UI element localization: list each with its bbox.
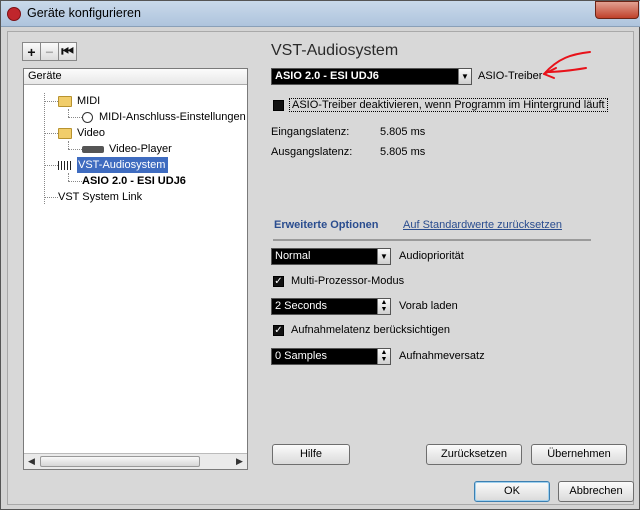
reset-device-button[interactable]: ⏮ (58, 42, 77, 61)
add-device-button[interactable]: + (22, 42, 41, 61)
audio-priority-label: Audiopriorität (399, 250, 464, 262)
record-offset-label: Aufnahmeversatz (399, 350, 485, 362)
chevron-down-icon: ▼ (458, 69, 471, 84)
video-plug-icon (82, 145, 104, 153)
input-latency-label: Eingangslatenz: (271, 126, 350, 138)
record-latency-label: Aufnahmelatenz berücksichtigen (291, 324, 450, 336)
input-latency-value: 5.805 ms (380, 126, 426, 138)
advanced-options-separator (273, 232, 591, 241)
device-tree: Geräte MIDI MIDI-Anschluss-Einstellungen… (23, 68, 248, 470)
window-title: Geräte konfigurieren (27, 6, 141, 20)
remove-device-button[interactable]: − (40, 42, 59, 61)
chevron-down-icon: ▼ (377, 249, 390, 264)
folder-icon (58, 95, 72, 107)
tree-item-video[interactable]: Video (58, 125, 105, 141)
asio-driver-label: ASIO-Treiber (478, 70, 543, 82)
deactivate-asio-label: ASIO-Treiber deaktivieren, wenn Programm… (289, 98, 608, 112)
page-title: VST-Audiosystem (271, 42, 399, 59)
advanced-options-tab[interactable]: Erweiterte Optionen (274, 219, 379, 231)
tree-item-midi-port-settings[interactable]: MIDI-Anschluss-Einstellungen (82, 109, 246, 125)
reset-defaults-link[interactable]: Auf Standardwerte zurücksetzen (403, 219, 562, 231)
output-latency-value: 5.805 ms (380, 146, 426, 158)
help-button[interactable]: Hilfe (272, 444, 350, 465)
tree-item-asio-driver[interactable]: ASIO 2.0 - ESI UDJ6 (82, 173, 186, 189)
deactivate-asio-checkbox[interactable] (273, 100, 284, 111)
title-bar: Geräte konfigurieren (1, 1, 640, 27)
cubase-logo-icon (7, 7, 21, 21)
scroll-left-icon[interactable]: ◀ (25, 456, 38, 467)
apply-button[interactable]: Übernehmen (531, 444, 627, 465)
tree-horizontal-scrollbar[interactable]: ◀ ▶ (24, 453, 247, 469)
tree-item-midi[interactable]: MIDI (58, 93, 100, 109)
tree-item-vst-audiosystem[interactable]: VST-Audiosystem (58, 157, 169, 173)
asio-driver-select[interactable]: ASIO 2.0 - ESI UDJ6 ▼ (271, 68, 472, 85)
multi-processor-checkbox[interactable]: ✓ (273, 276, 284, 287)
record-offset-stepper[interactable]: 0 Samples ▲ ▼ (271, 348, 391, 365)
cancel-button[interactable]: Abbrechen (558, 481, 634, 502)
dialog-content: + − ⏮ Geräte MIDI MIDI-Anschluss-Einstel… (7, 31, 634, 505)
preload-label: Vorab laden (399, 300, 458, 312)
dialog-window: Geräte konfigurieren + − ⏮ Geräte MIDI M… (0, 0, 640, 510)
scroll-right-icon[interactable]: ▶ (233, 456, 246, 467)
multi-processor-label: Multi-Prozessor-Modus (291, 275, 405, 287)
device-toolbar: + − ⏮ (22, 42, 77, 62)
tree-item-video-player[interactable]: Video-Player (82, 141, 172, 157)
audio-priority-select[interactable]: Normal ▼ (271, 248, 391, 265)
clock-icon (82, 111, 93, 123)
record-latency-checkbox[interactable]: ✓ (273, 325, 284, 336)
close-button[interactable] (595, 1, 639, 19)
red-arrow-annotation (543, 51, 591, 79)
ok-button[interactable]: OK (474, 481, 550, 502)
stepper-arrows-icon[interactable]: ▲ ▼ (377, 349, 390, 364)
folder-icon (58, 127, 72, 139)
scroll-thumb[interactable] (40, 456, 200, 467)
reset-button[interactable]: Zurücksetzen (426, 444, 522, 465)
stepper-arrows-icon[interactable]: ▲ ▼ (377, 299, 390, 314)
tree-item-vst-system-link[interactable]: VST System Link (58, 189, 142, 205)
output-latency-label: Ausgangslatenz: (271, 146, 353, 158)
audio-wave-icon (58, 160, 72, 170)
preload-stepper[interactable]: 2 Seconds ▲ ▼ (271, 298, 391, 315)
tree-header: Geräte (24, 69, 247, 85)
